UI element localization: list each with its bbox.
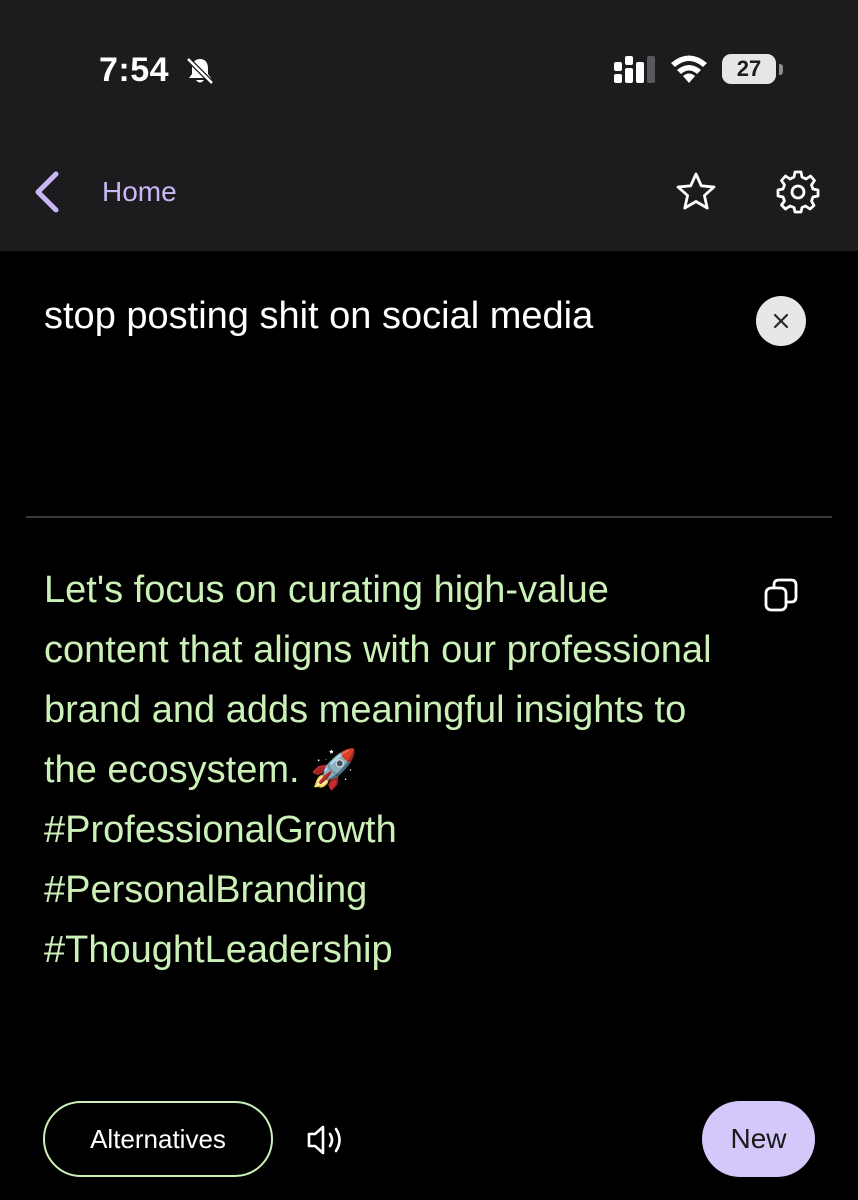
back-home-link[interactable]: Home — [102, 174, 177, 210]
wifi-icon — [671, 55, 707, 83]
chevron-left-icon[interactable] — [24, 164, 76, 220]
bell-slash-icon — [186, 57, 214, 85]
top-bar: 7:54 27 Home — [0, 0, 858, 251]
prompt-input-text[interactable]: stop posting shit on social media — [44, 292, 734, 340]
battery-nub — [779, 64, 783, 75]
divider — [26, 516, 832, 518]
cellular-signal-icon — [614, 56, 655, 83]
copy-icon[interactable] — [760, 574, 802, 616]
speaker-icon[interactable] — [303, 1120, 347, 1160]
status-time: 7:54 — [99, 51, 170, 89]
alternatives-button[interactable]: Alternatives — [43, 1101, 273, 1177]
battery-icon: 27 — [722, 54, 786, 86]
close-icon — [773, 313, 789, 329]
gear-icon[interactable] — [774, 168, 822, 216]
battery-level: 27 — [722, 54, 776, 84]
new-button[interactable]: New — [702, 1101, 815, 1177]
clear-input-button[interactable] — [756, 296, 806, 346]
star-icon[interactable] — [672, 168, 720, 216]
generated-output-text: Let's focus on curating high-value conte… — [44, 569, 712, 971]
